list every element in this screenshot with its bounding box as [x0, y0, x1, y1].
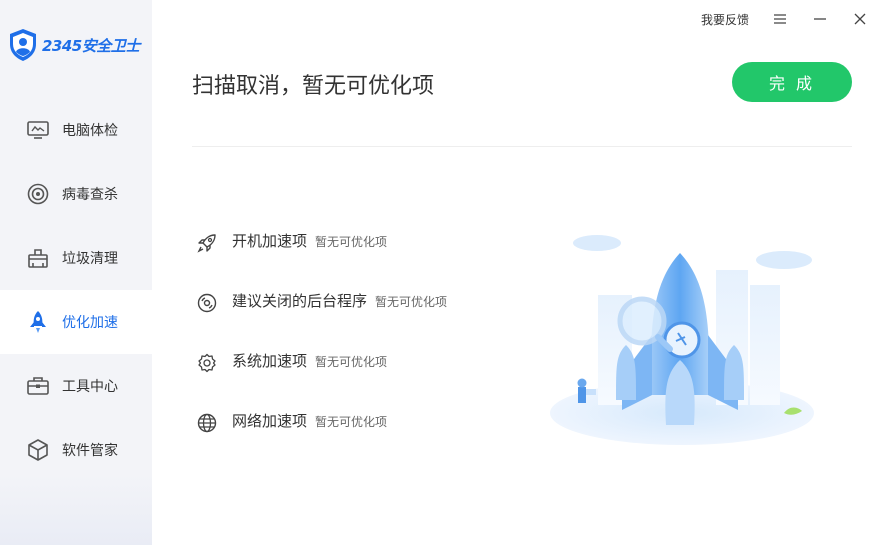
sidebar-item-software-manager[interactable]: 软件管家 — [0, 418, 152, 482]
divider — [192, 146, 852, 147]
minimize-icon[interactable] — [811, 10, 829, 28]
monitor-icon — [26, 118, 50, 142]
item-status: 暂无可优化项 — [315, 415, 388, 429]
list-item: 建议关闭的后台程序 暂无可优化项 — [196, 286, 447, 346]
trash-icon — [26, 246, 50, 270]
app-logo: 2345安全卫士 — [8, 28, 140, 62]
title-bar: 我要反馈 — [701, 10, 869, 28]
sidebar: 2345安全卫士 电脑体检 病毒查杀 垃圾清理 优化加速 工具中心 软件管家 — [0, 0, 152, 545]
sidebar-item-label: 优化加速 — [62, 315, 118, 331]
item-label: 建议关闭的后台程序 — [232, 292, 368, 310]
item-status: 暂无可优化项 — [315, 235, 388, 249]
list-item: 系统加速项 暂无可优化项 — [196, 346, 447, 406]
feedback-link[interactable]: 我要反馈 — [701, 11, 749, 28]
close-icon[interactable] — [851, 10, 869, 28]
done-button[interactable]: 完 成 — [732, 62, 852, 102]
sidebar-item-label: 电脑体检 — [62, 123, 118, 139]
sidebar-item-label: 病毒查杀 — [62, 187, 118, 203]
sidebar-nav: 电脑体检 病毒查杀 垃圾清理 优化加速 工具中心 软件管家 — [0, 98, 152, 482]
sidebar-item-label: 软件管家 — [62, 443, 118, 459]
box-icon — [26, 438, 50, 462]
sidebar-item-label: 工具中心 — [62, 379, 118, 395]
rocket-illustration — [550, 235, 814, 445]
item-status: 暂无可优化项 — [315, 355, 388, 369]
gear-icon — [196, 352, 218, 374]
rocket-icon — [26, 310, 50, 334]
sidebar-item-optimize[interactable]: 优化加速 — [0, 290, 152, 354]
sidebar-item-label: 垃圾清理 — [62, 251, 118, 267]
rocket-icon — [196, 232, 218, 254]
sidebar-footer — [0, 475, 152, 545]
target-icon — [26, 182, 50, 206]
item-label: 系统加速项 — [232, 352, 308, 370]
sidebar-item-virus-scan[interactable]: 病毒查杀 — [0, 162, 152, 226]
page-title: 扫描取消，暂无可优化项 — [192, 74, 435, 99]
sidebar-item-tools[interactable]: 工具中心 — [0, 354, 152, 418]
optimize-list: 开机加速项 暂无可优化项 建议关闭的后台程序 暂无可优化项 系统加速项 暂无可优… — [196, 226, 447, 466]
menu-icon[interactable] — [771, 10, 789, 28]
sidebar-item-junk-clean[interactable]: 垃圾清理 — [0, 226, 152, 290]
toolbox-icon — [26, 374, 50, 398]
item-status: 暂无可优化项 — [375, 295, 448, 309]
logo-text: 2345安全卫士 — [42, 36, 140, 55]
item-label: 网络加速项 — [232, 412, 308, 430]
disc-icon — [196, 292, 218, 314]
list-item: 开机加速项 暂无可优化项 — [196, 226, 447, 286]
sidebar-item-pc-checkup[interactable]: 电脑体检 — [0, 98, 152, 162]
list-item: 网络加速项 暂无可优化项 — [196, 406, 447, 466]
globe-icon — [196, 412, 218, 434]
item-label: 开机加速项 — [232, 232, 308, 250]
shield-logo-icon — [10, 29, 36, 61]
